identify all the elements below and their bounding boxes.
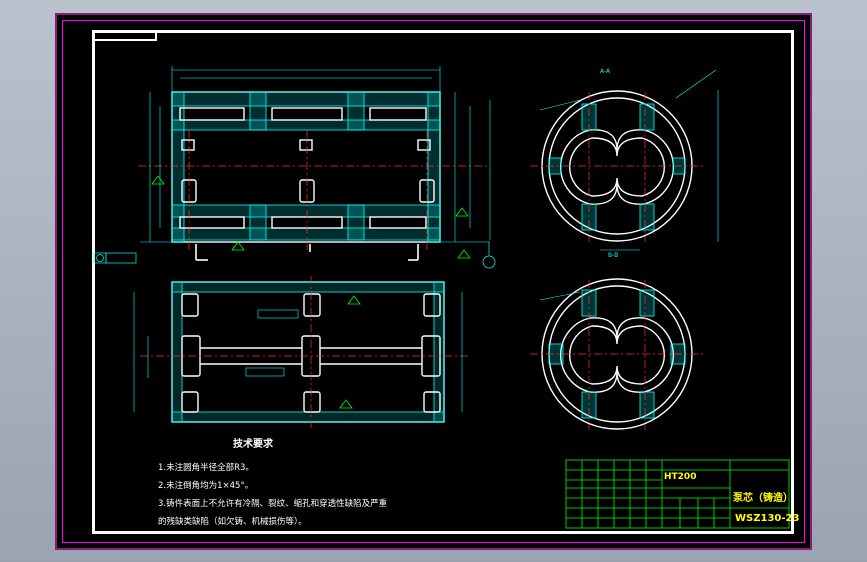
title-block-drawing-code: WSZ130-23 (735, 513, 800, 524)
title-block-part-name: 泵芯（铸造） (733, 493, 793, 504)
note-4: 的残缺类缺陷（如欠铸、机械损伤等）。 (158, 517, 307, 527)
technical-requirements-title: 技术要求 (233, 439, 273, 450)
section-label-b-b: B-B (608, 252, 619, 259)
section-b-b (530, 278, 705, 430)
plan-view (133, 276, 470, 430)
section-label-a-a: A-A (600, 68, 611, 75)
note-1: 1.未注圆角半径全部R3。 (158, 463, 254, 473)
note-2: 2.未注倒角均为1×45°。 (158, 481, 254, 491)
front-view (93, 66, 496, 269)
note-3: 3.铸件表面上不允许有冷隔、裂纹、缩孔和穿透性缺陷及严重 (158, 499, 388, 509)
title-block-material: HT200 (664, 472, 697, 482)
section-a-a (530, 69, 719, 251)
cad-drawing (93, 66, 790, 529)
